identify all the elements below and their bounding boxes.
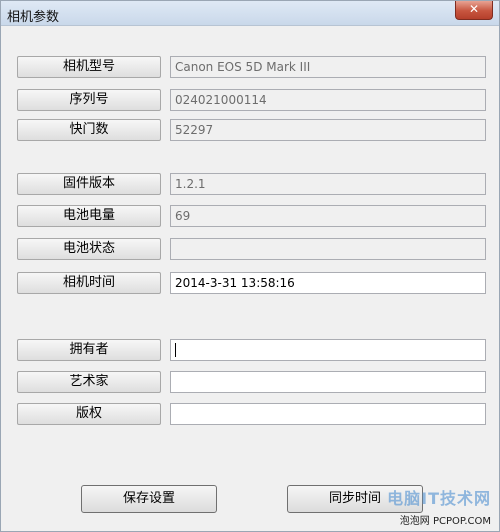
camera-model-field: Canon EOS 5D Mark III — [170, 56, 486, 78]
copyright-label[interactable]: 版权 — [17, 403, 161, 425]
watermark-site: 泡泡网 PCPOP.COM — [399, 516, 491, 527]
artist-label[interactable]: 艺术家 — [17, 371, 161, 393]
serial-number-label[interactable]: 序列号 — [17, 89, 161, 111]
firmware-version-label[interactable]: 固件版本 — [17, 173, 161, 195]
battery-status-field — [170, 238, 486, 260]
owner-input[interactable] — [170, 339, 486, 361]
camera-time-input[interactable]: 2014-3-31 13:58:16 — [170, 272, 486, 294]
owner-label[interactable]: 拥有者 — [17, 339, 161, 361]
camera-time-label[interactable]: 相机时间 — [17, 272, 161, 294]
copyright-input[interactable] — [170, 403, 486, 425]
camera-model-label[interactable]: 相机型号 — [17, 56, 161, 78]
shutter-count-field: 52297 — [170, 119, 486, 141]
text-caret — [175, 343, 176, 357]
window-title: 相机参数 — [7, 10, 60, 25]
battery-level-field: 69 — [170, 205, 486, 227]
save-settings-button[interactable]: 保存设置 — [81, 485, 217, 513]
title-bar[interactable]: 相机参数 ✕ — [1, 1, 499, 26]
sync-time-button[interactable]: 同步时间 — [287, 485, 423, 513]
close-button[interactable]: ✕ — [455, 1, 493, 20]
camera-settings-window: 相机参数 ✕ 相机型号 Canon EOS 5D Mark III 序列号 02… — [0, 0, 500, 532]
shutter-count-label[interactable]: 快门数 — [17, 119, 161, 141]
artist-input[interactable] — [170, 371, 486, 393]
battery-level-label[interactable]: 电池电量 — [17, 205, 161, 227]
serial-number-field: 024021000114 — [170, 89, 486, 111]
firmware-version-field: 1.2.1 — [170, 173, 486, 195]
battery-status-label[interactable]: 电池状态 — [17, 238, 161, 260]
